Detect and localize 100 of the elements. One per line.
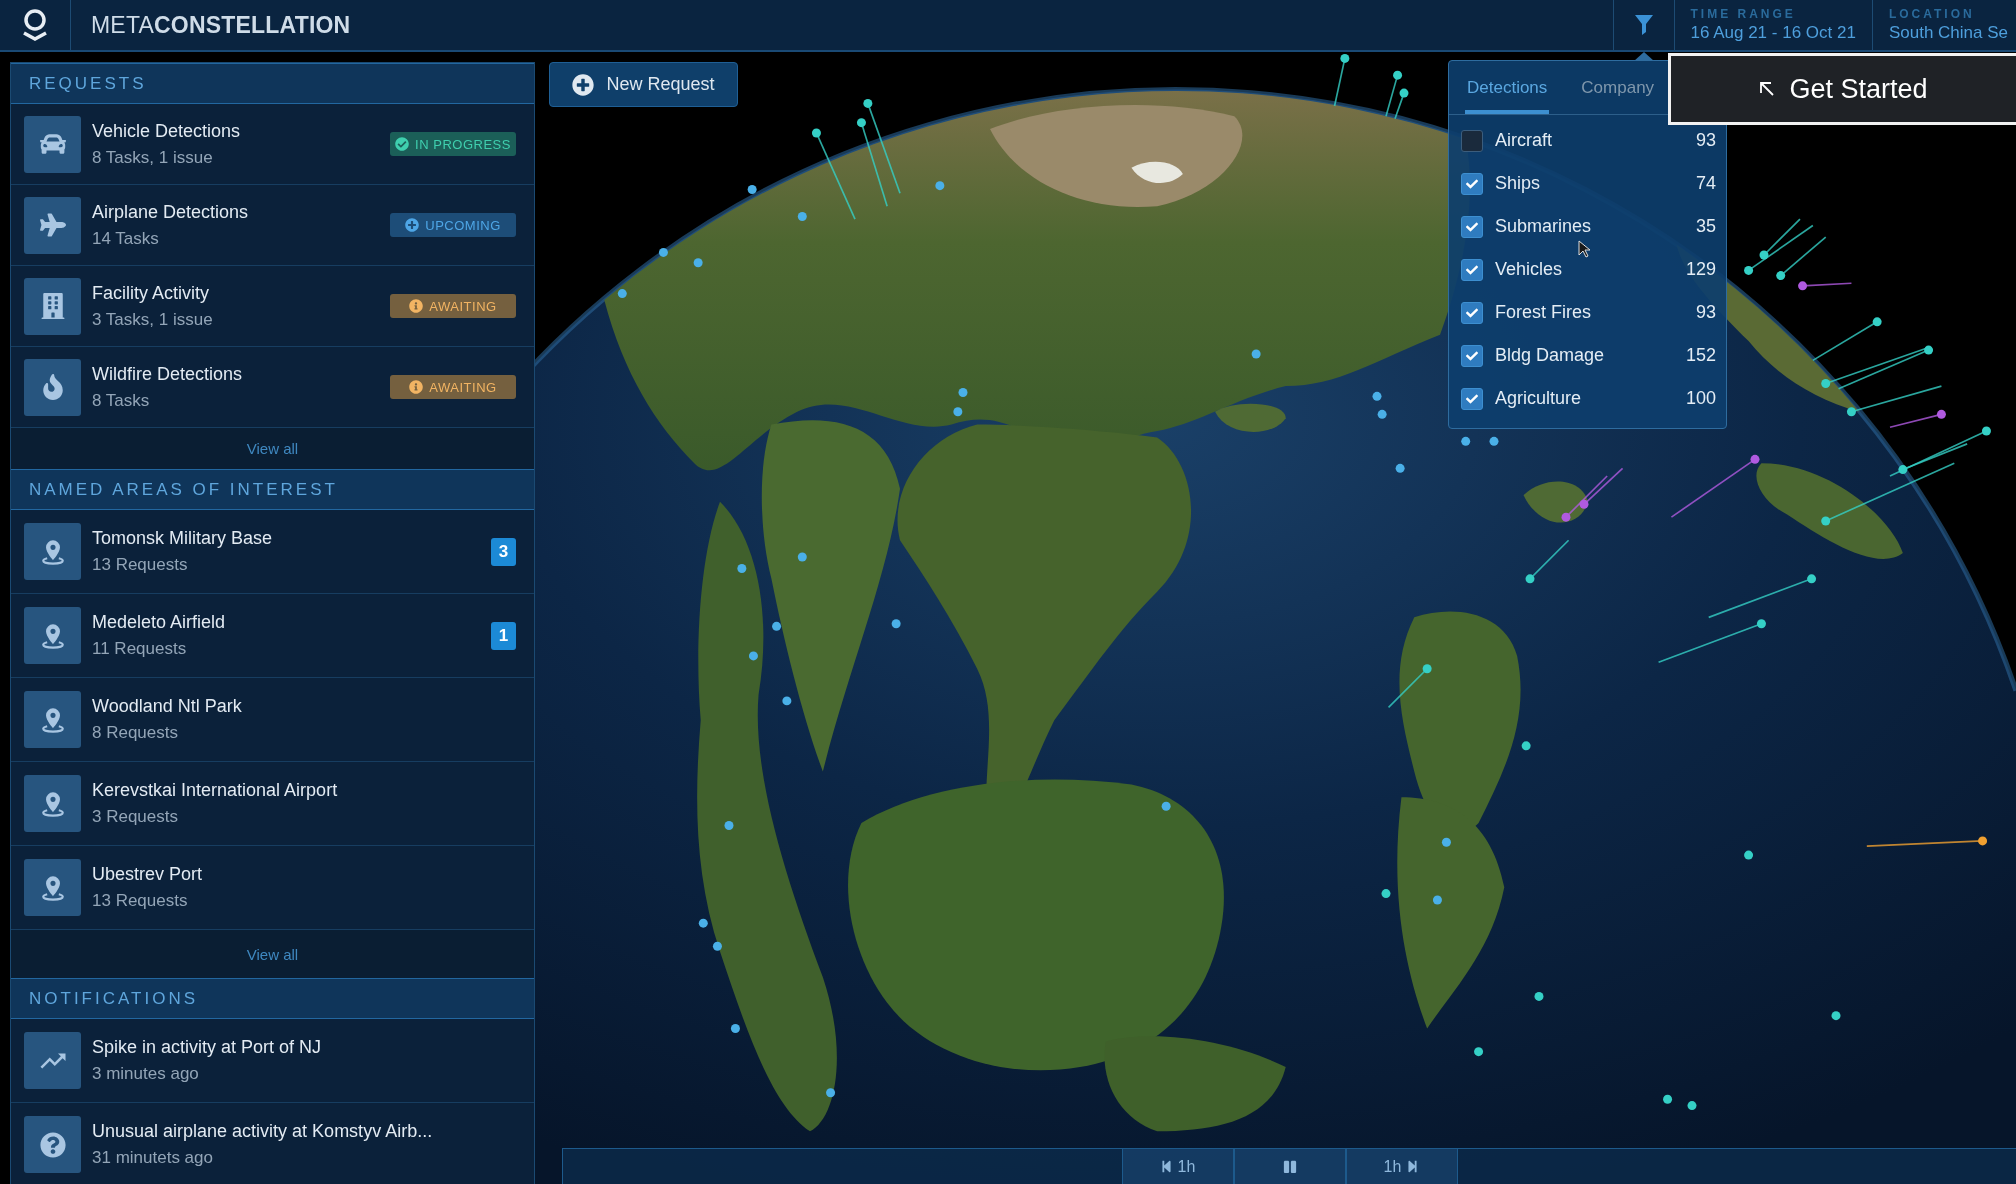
count-badge: 1 [491, 621, 516, 650]
detection-label: Submarines [1495, 216, 1593, 237]
map-pin-icon [724, 821, 734, 830]
island [1523, 481, 1588, 523]
map-pin-icon [1395, 463, 1405, 473]
checkbox[interactable] [1461, 387, 1483, 410]
car-icon [24, 115, 81, 173]
request-title: Wildfire Detections [92, 363, 244, 385]
area-detail: 11 Requests [92, 639, 188, 659]
area-item[interactable]: Woodland Ntl Park 8 Requests [11, 678, 534, 762]
check-icon [1466, 392, 1478, 405]
map-pin-icon [1657, 619, 1766, 664]
area-detail: 13 Requests [92, 891, 189, 911]
detection-count: 74 [1695, 173, 1716, 194]
map-pin-icon [1381, 889, 1391, 899]
request-title: Vehicle Detections [92, 120, 242, 142]
request-item[interactable]: Wildfire Detections 8 Tasks AWAITING [11, 347, 534, 428]
checkbox[interactable] [1461, 344, 1483, 367]
status-label: AWAITING [429, 379, 497, 395]
map-pin-icon [826, 1088, 836, 1098]
trend-up-icon [24, 1032, 81, 1089]
request-detail: 8 Tasks [92, 390, 151, 411]
status-label: IN PROGRESS [415, 136, 511, 152]
location-value[interactable]: South China Se [1888, 23, 2008, 43]
map-pin-icon [1687, 1101, 1697, 1111]
notification-title: Unusual airplane activity at Komstyv Airb... [92, 1121, 434, 1142]
map-pin-icon [1831, 1011, 1841, 1021]
pause-icon [1282, 1159, 1297, 1174]
map-pin-icon [953, 407, 963, 417]
request-item[interactable]: Facility Activity 3 Tasks, 1 issue AWAITING [11, 266, 534, 347]
new-request-button[interactable]: New Request [549, 62, 738, 107]
request-item[interactable]: Vehicle Detections 8 Tasks, 1 issue IN PROGRESS [11, 104, 534, 185]
arrow-icon [1759, 81, 1776, 97]
map-pin-icon [797, 211, 807, 221]
map-pin-icon [1663, 1094, 1673, 1104]
notification-item[interactable]: Unusual airplane activity at Komstyv Airb... 31 minutets ago [11, 1103, 534, 1184]
area-item[interactable]: Ubestrev Port 13 Requests [11, 846, 534, 930]
detection-count: 93 [1695, 130, 1716, 151]
notification-item[interactable]: Spike in activity at Port of NJ 3 minutes ago [11, 1019, 534, 1103]
filter-button[interactable] [1612, 0, 1675, 50]
map-pin-icon [658, 247, 668, 257]
building-icon [24, 277, 81, 335]
location-pin-icon [24, 607, 81, 664]
area-name: Kerevstkai International Airport [92, 780, 339, 801]
map-pin-icon [1372, 391, 1382, 401]
checkbox[interactable] [1461, 215, 1483, 238]
view-all-link[interactable]: View all [246, 440, 299, 457]
forward-button[interactable]: 1h [1345, 1149, 1458, 1184]
section-header: REQUESTS [11, 63, 534, 104]
app-title: METACONSTELLATION [90, 11, 351, 39]
view-all-link[interactable]: View all [246, 945, 299, 963]
cursor-icon [1578, 240, 1590, 258]
map-pin-icon [797, 552, 807, 562]
area-item[interactable]: Medeleto Airfield 11 Requests 1 [11, 594, 534, 678]
tab[interactable]: Detections [1465, 61, 1550, 114]
checkbox[interactable] [1461, 301, 1483, 324]
detection-label: Agriculture [1495, 388, 1583, 409]
detection-count: 93 [1695, 302, 1716, 323]
tab[interactable]: Company [1579, 61, 1657, 114]
map-pin-icon [863, 98, 901, 195]
map-pin-icon [856, 118, 888, 208]
map-pin-icon [693, 258, 703, 268]
map-pin-icon [1461, 436, 1471, 446]
notification-time: 31 minutets ago [92, 1148, 214, 1168]
pause-button[interactable] [1233, 1149, 1346, 1184]
map-pin-icon [1333, 53, 1350, 107]
location-pin-icon [24, 523, 81, 580]
area-item[interactable]: Tomonsk Military Base 13 Requests 3 [11, 510, 534, 594]
map-pin-icon [1521, 741, 1531, 751]
check-icon [1466, 220, 1478, 233]
map-pin-icon [1525, 539, 1570, 584]
detection-label: Aircraft [1495, 130, 1553, 151]
request-title: Airplane Detections [92, 201, 250, 223]
detection-label: Ships [1495, 173, 1542, 194]
checkbox[interactable] [1461, 172, 1483, 195]
map-pin-icon [1441, 837, 1451, 847]
checkbox[interactable] [1461, 258, 1483, 281]
get-started-button[interactable]: Get Started [1668, 53, 2016, 125]
area-name: Woodland Ntl Park [92, 696, 243, 717]
map-pin-icon [1474, 1047, 1484, 1057]
detection-label: Bldg Damage [1495, 345, 1606, 366]
info-icon [409, 299, 424, 313]
map-pin-icon [811, 128, 856, 220]
area-item[interactable]: Kerevstkai International Airport 3 Requests [11, 762, 534, 846]
map-pin-icon [1837, 345, 1934, 390]
checkbox[interactable] [1461, 129, 1483, 152]
filter-icon [1633, 14, 1654, 36]
rewind-button[interactable]: 1h [1121, 1149, 1234, 1184]
area-name: Tomonsk Military Base [92, 528, 274, 549]
detection-count: 152 [1685, 345, 1716, 366]
detection-count: 129 [1685, 259, 1716, 280]
request-item[interactable]: Airplane Detections 14 Tasks UPCOMING [11, 185, 534, 266]
map-pin-icon [1866, 836, 1988, 847]
area-detail: 8 Requests [92, 723, 179, 743]
map-pin-icon [1432, 895, 1442, 905]
map-pin-icon [712, 941, 722, 951]
map-pin-icon [617, 289, 627, 299]
time-range-value[interactable]: 16 Aug 21 - 16 Oct 21 [1690, 23, 1856, 43]
snow-patch [1131, 161, 1183, 183]
area-name: Ubestrev Port [92, 864, 204, 885]
